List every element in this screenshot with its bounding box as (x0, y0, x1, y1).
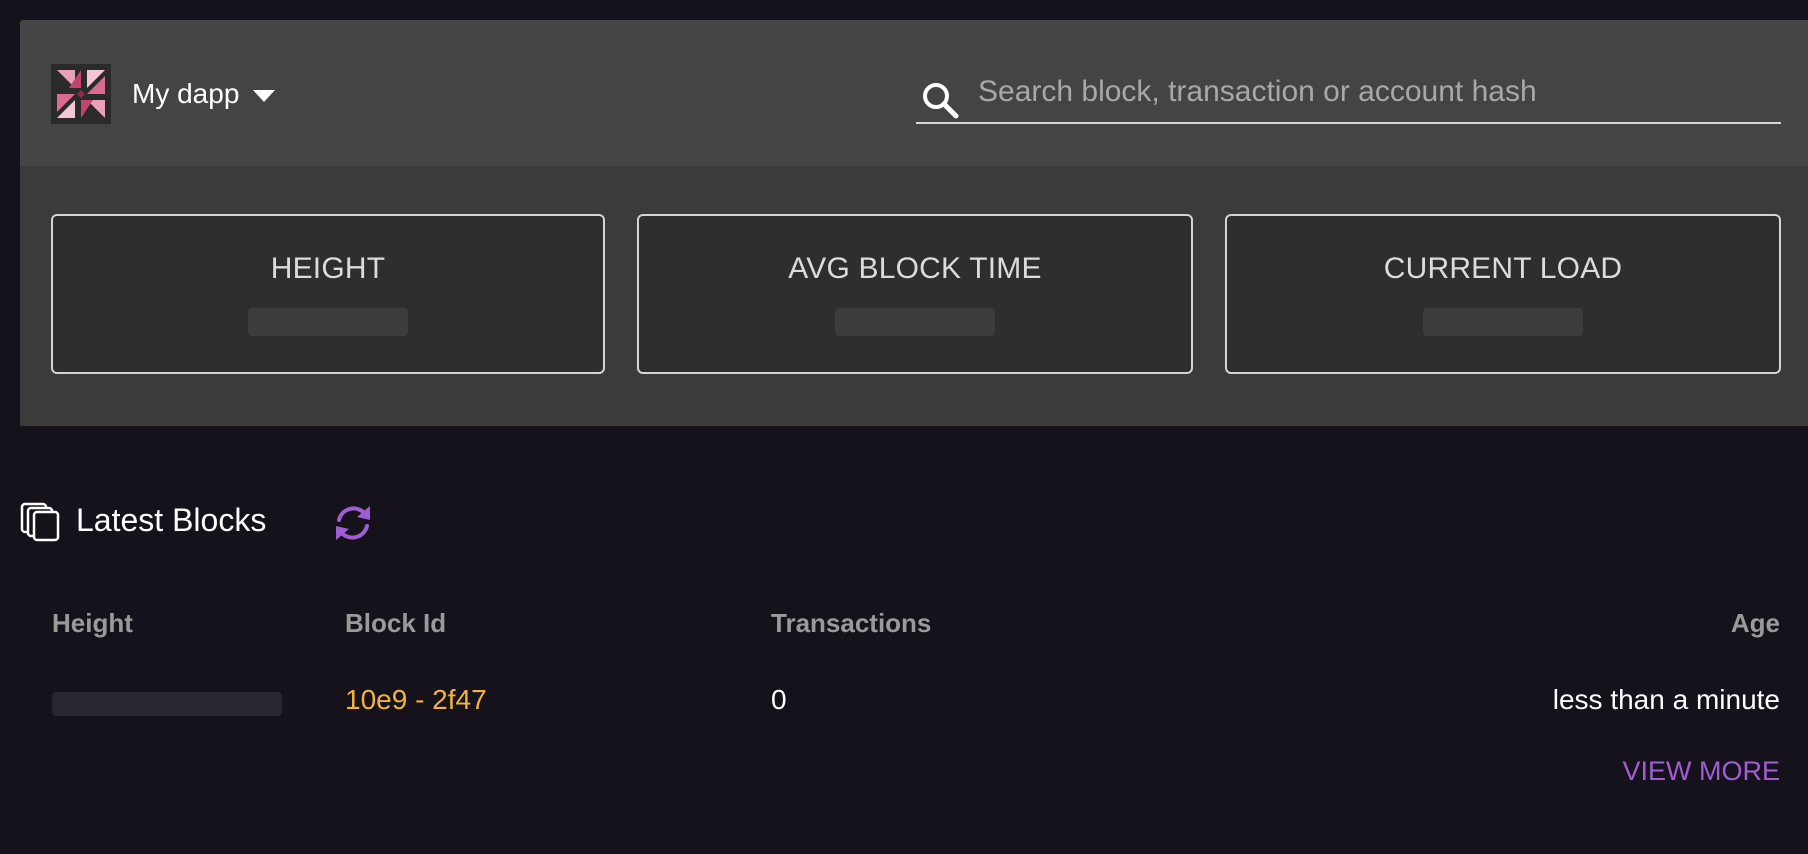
dapp-selector[interactable]: My dapp (132, 74, 276, 114)
refresh-icon[interactable] (330, 500, 376, 546)
pinwheel-logo[interactable] (51, 64, 111, 124)
overview-panel: My dapp HEIGHT AVG BLOCK TIME CURRENT LO… (20, 20, 1808, 426)
explorer-page: My dapp HEIGHT AVG BLOCK TIME CURRENT LO… (0, 0, 1808, 854)
column-header-height: Height (52, 608, 133, 638)
height-value-loading (52, 692, 282, 716)
section-title: Latest Blocks (76, 502, 267, 538)
blocks-stack-icon (20, 502, 60, 542)
stat-title: CURRENT LOAD (1383, 252, 1623, 285)
caret-down-icon (253, 90, 276, 102)
stat-card-avg-block-time: AVG BLOCK TIME (637, 214, 1193, 374)
column-header-age: Age (1730, 608, 1780, 638)
search-bar (916, 72, 1781, 124)
search-icon[interactable] (920, 80, 960, 120)
column-header-transactions: Transactions (771, 608, 932, 638)
block-age: less than a minute (1552, 684, 1780, 715)
transactions-count: 0 (771, 684, 787, 715)
stat-value-loading (835, 308, 995, 336)
block-id-link[interactable]: 10e9 - 2f47 (345, 684, 487, 716)
dapp-selector-label: My dapp (132, 78, 240, 109)
stat-value-loading (248, 308, 408, 336)
view-more-link[interactable]: VIEW MORE (1622, 756, 1780, 787)
stat-value-loading (1423, 308, 1583, 336)
stat-card-current-load: CURRENT LOAD (1225, 214, 1781, 374)
column-header-block-id: Block Id (345, 608, 447, 638)
header-bar: My dapp (20, 20, 1808, 166)
search-input[interactable] (978, 72, 1768, 112)
stat-title: HEIGHT (270, 252, 386, 285)
stat-card-height: HEIGHT (51, 214, 605, 374)
stat-title: AVG BLOCK TIME (788, 252, 1042, 285)
